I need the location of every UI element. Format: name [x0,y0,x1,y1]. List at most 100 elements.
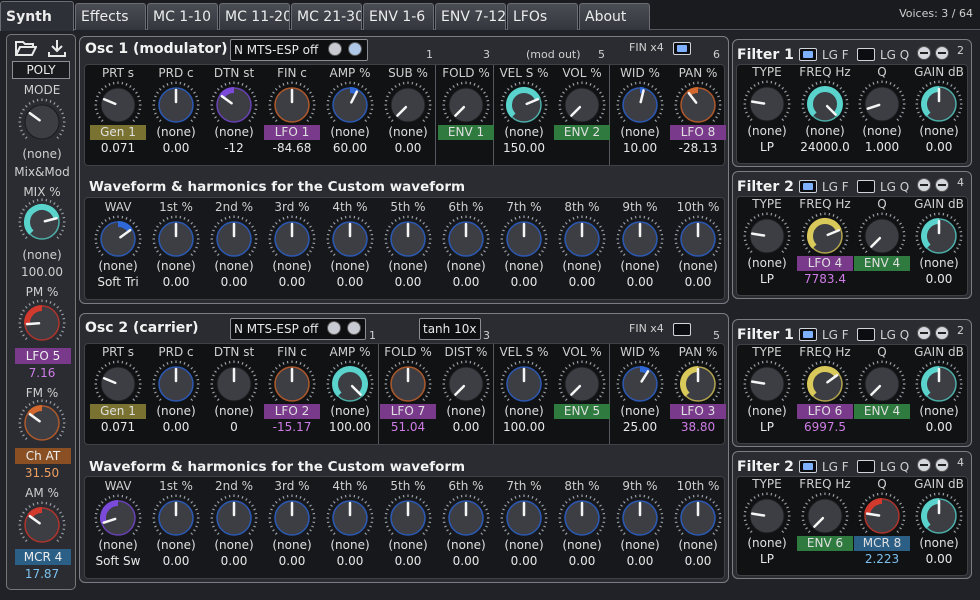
tab-effects[interactable]: Effects [75,3,146,30]
osc2-wave-2nd-knob[interactable]: 2nd % (none) 0.00 [205,479,263,568]
osc1-filter2-minus-icon[interactable] [917,178,931,192]
osc1-filter1-q-dial[interactable] [858,80,906,128]
osc1-sub-knob[interactable]: SUB % (none) 0.00 [379,66,437,155]
osc1-filter1-gain-db-mod-source[interactable]: (none) [911,124,967,139]
osc2-fin-toggle[interactable] [673,323,691,336]
osc2-prt-s-knob[interactable]: PRT s Gen 1 0.071 [89,345,147,434]
osc1-vol-dial[interactable] [558,81,606,129]
osc2-prd-c-knob[interactable]: PRD c (none) 0.00 [147,345,205,434]
osc2-wave-10th-knob[interactable]: 10th % (none) 0.00 [669,479,727,568]
osc1-filter2-gain-db-mod-source[interactable]: (none) [911,256,967,271]
osc1-filter2-type-knob[interactable]: TYPE (none) LP [738,197,796,286]
osc1-tune-reset-icon[interactable] [328,42,342,56]
osc2-wave-5th-dial[interactable] [384,494,432,542]
osc1-wave-8th-knob[interactable]: 8th % (none) 0.00 [553,200,611,289]
download-icon[interactable] [47,38,67,58]
osc1-pan-dial[interactable] [674,81,722,129]
osc1-wid-knob[interactable]: WID % (none) 10.00 [611,66,669,155]
osc2-wave-4th-mod-source[interactable]: (none) [322,538,378,553]
osc2-wave-wav-knob[interactable]: WAV (none) Soft Sw [89,479,147,568]
osc2-filter1-gain-db-knob[interactable]: GAIN dB (none) 0.00 [910,345,968,434]
osc2-wave-3rd-mod-source[interactable]: (none) [264,538,320,553]
osc2-vol-dial[interactable] [558,360,606,408]
osc2-fold-mod-source[interactable]: LFO 7 [380,404,436,419]
osc2-dtn-st-knob[interactable]: DTN st (none) 0 [205,345,263,434]
osc2-dtn-st-dial[interactable] [210,360,258,408]
osc2-vol-knob[interactable]: VOL % ENV 5 [553,345,611,433]
osc2-dist-knob[interactable]: DIST % (none) 0.00 [437,345,495,434]
osc1-dtn-st-knob[interactable]: DTN st (none) -12 [205,66,263,155]
osc2-wave-6th-knob[interactable]: 6th % (none) 0.00 [437,479,495,568]
osc1-wave-5th-knob[interactable]: 5th % (none) 0.00 [379,200,437,289]
osc2-pan-mod-source[interactable]: LFO 3 [670,404,726,419]
osc2-wave-2nd-dial[interactable] [210,494,258,542]
folder-open-icon[interactable] [15,39,37,57]
osc2-wave-8th-dial[interactable] [558,494,606,542]
osc1-wave-8th-dial[interactable] [558,215,606,263]
osc2-filter2-minus-icon[interactable] [917,458,931,472]
osc1-filter1-minus-icon-2[interactable] [935,46,949,60]
osc1-prd-c-dial[interactable] [152,81,200,129]
pm-mod[interactable]: LFO 5 [15,348,71,364]
osc2-wave-3rd-dial[interactable] [268,494,316,542]
osc1-filter2-q-knob[interactable]: Q ENV 4 [853,197,911,285]
osc2-wave-3rd-knob[interactable]: 3rd % (none) 0.00 [263,479,321,568]
osc2-wave-1st-knob[interactable]: 1st % (none) 0.00 [147,479,205,568]
osc1-vel-s-mod-source[interactable]: (none) [496,125,552,140]
osc1-tune-link-icon[interactable] [348,42,362,56]
osc2-filter2-type-dial[interactable] [743,492,791,540]
osc1-filter1-type-mod-source[interactable]: (none) [739,124,795,139]
tab-mc-21-30[interactable]: MC 21-30 [291,3,362,30]
osc1-amp-knob[interactable]: AMP % (none) 60.00 [321,66,379,155]
osc1-filter1-lgq-toggle[interactable] [857,48,875,61]
osc2-wave-5th-mod-source[interactable]: (none) [380,538,436,553]
osc1-filter2-freq-hz-mod-source[interactable]: LFO 4 [797,256,853,271]
osc1-fin-toggle[interactable] [673,42,691,55]
osc1-filter2-enable-toggle[interactable] [799,180,817,193]
global-mix-dial[interactable] [18,198,66,246]
osc1-fin-c-knob[interactable]: FIN c LFO 1 -84.68 [263,66,321,155]
osc2-vel-s-knob[interactable]: VEL S % (none) 100.00 [495,345,553,434]
osc1-filter1-q-mod-source[interactable]: (none) [854,124,910,139]
osc2-filter1-freq-hz-dial[interactable] [801,360,849,408]
osc2-tune-link-icon[interactable] [347,321,361,335]
osc1-dtn-st-dial[interactable] [210,81,258,129]
osc1-filter1-freq-hz-dial[interactable] [801,80,849,128]
osc2-filter2-type-mod-source[interactable]: (none) [739,536,795,551]
mode-mod[interactable]: (none) [7,147,77,161]
osc1-filter1-gain-db-dial[interactable] [915,80,963,128]
osc1-pan-knob[interactable]: PAN % LFO 8 -28.13 [669,66,727,155]
osc2-wid-mod-source[interactable]: (none) [612,404,668,419]
osc1-filter2-minus-icon-2[interactable] [935,178,949,192]
osc1-wid-mod-source[interactable]: (none) [612,125,668,140]
osc2-wave-7th-knob[interactable]: 7th % (none) 0.00 [495,479,553,568]
osc1-wave-7th-knob[interactable]: 7th % (none) 0.00 [495,200,553,289]
osc2-fold-dial[interactable] [384,360,432,408]
osc2-filter2-q-knob[interactable]: Q MCR 8 2.223 [853,477,911,566]
osc2-wave-4th-knob[interactable]: 4th % (none) 0.00 [321,479,379,568]
global-am-dial[interactable] [18,501,66,549]
osc2-filter1-gain-db-dial[interactable] [915,360,963,408]
osc1-filter1-gain-db-knob[interactable]: GAIN dB (none) 0.00 [910,65,968,154]
osc1-wave-wav-dial[interactable] [94,215,142,263]
osc2-wave-wav-mod-source[interactable]: (none) [90,538,146,553]
osc2-wave-2nd-mod-source[interactable]: (none) [206,538,262,553]
osc1-wave-10th-mod-source[interactable]: (none) [670,259,726,274]
osc1-wave-4th-dial[interactable] [326,215,374,263]
osc2-wave-1st-mod-source[interactable]: (none) [148,538,204,553]
osc1-wave-2nd-mod-source[interactable]: (none) [206,259,262,274]
osc1-filter1-freq-hz-knob[interactable]: FREQ Hz (none) 24000.0 [796,65,854,154]
osc2-filter2-gain-db-knob[interactable]: GAIN dB (none) 0.00 [910,477,968,566]
osc2-wave-9th-knob[interactable]: 9th % (none) 0.00 [611,479,669,568]
osc1-prt-s-mod-source[interactable]: Gen 1 [90,125,146,140]
osc1-prt-s-knob[interactable]: PRT s Gen 1 0.071 [89,66,147,155]
osc1-wave-10th-knob[interactable]: 10th % (none) 0.00 [669,200,727,289]
osc2-wave-1st-dial[interactable] [152,494,200,542]
osc1-wave-9th-knob[interactable]: 9th % (none) 0.00 [611,200,669,289]
osc1-prd-c-knob[interactable]: PRD c (none) 0.00 [147,66,205,155]
osc2-filter1-gain-db-mod-source[interactable]: (none) [911,404,967,419]
osc2-vol-mod-source[interactable]: ENV 5 [554,404,610,419]
osc1-filter1-freq-hz-mod-source[interactable]: (none) [797,124,853,139]
osc2-filter1-type-dial[interactable] [743,360,791,408]
tab-lfos[interactable]: LFOs [507,3,578,30]
